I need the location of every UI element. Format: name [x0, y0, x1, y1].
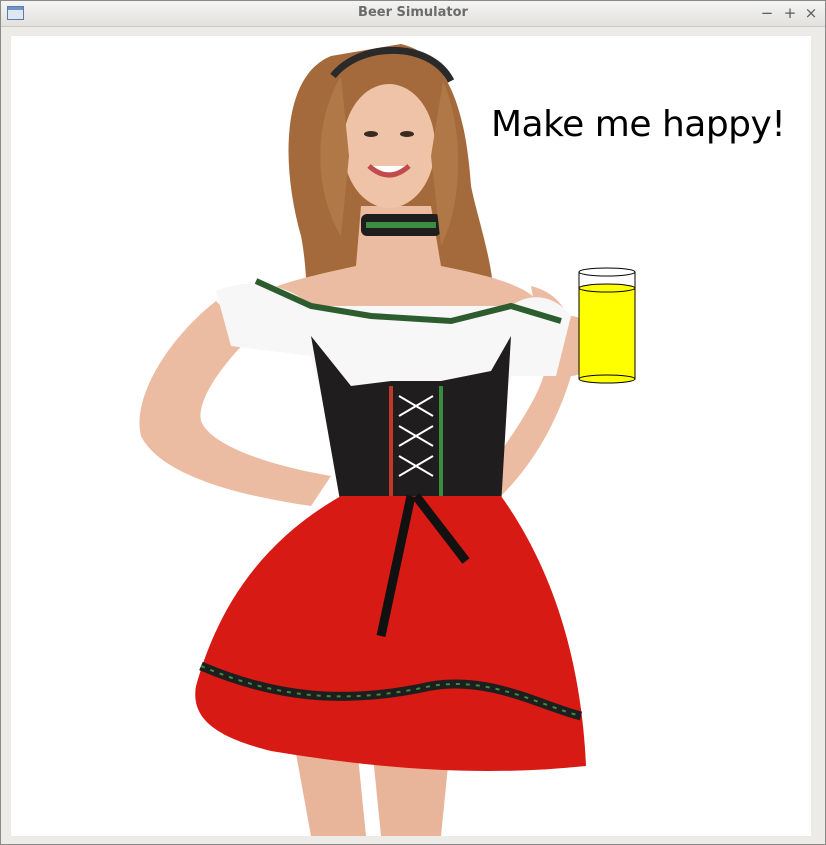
minimize-button[interactable]: −	[758, 4, 776, 22]
game-canvas[interactable]: Make me happy!	[11, 36, 811, 836]
title-bar[interactable]: Beer Simulator − + ×	[1, 1, 825, 27]
beer-glass-icon[interactable]	[577, 267, 639, 387]
close-button[interactable]: ×	[802, 4, 820, 22]
woman-in-dirndl-image	[139, 44, 593, 836]
maximize-button[interactable]: +	[781, 4, 799, 22]
app-window: Beer Simulator − + × Make me happy!	[0, 0, 826, 845]
window-title: Beer Simulator	[358, 5, 468, 20]
happy-message: Make me happy!	[491, 104, 786, 145]
